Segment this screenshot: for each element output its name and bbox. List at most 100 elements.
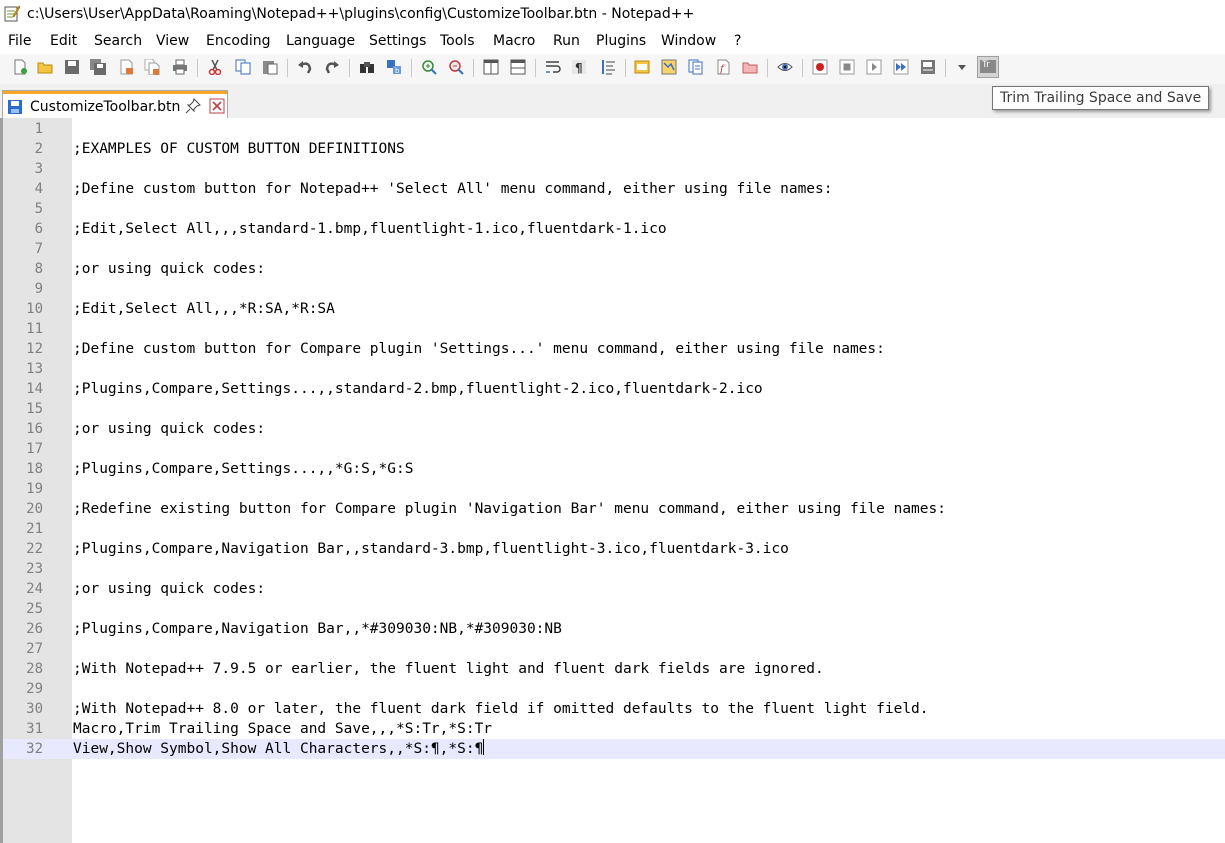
paste-button[interactable] — [260, 57, 280, 77]
editor-line[interactable]: 24 ;or using quick codes: — [3, 579, 1225, 599]
menu-settings[interactable]: Settings — [369, 33, 426, 49]
print-button[interactable] — [170, 57, 190, 77]
editor-line[interactable]: 6 ;Edit,Select All,,,standard-1.bmp,fluen… — [3, 219, 1225, 239]
editor-line[interactable]: 8 ;or using quick codes: — [3, 259, 1225, 279]
editor-line[interactable]: 27 — [3, 639, 1225, 659]
stop-recording-button[interactable] — [837, 57, 857, 77]
menu-view[interactable]: View — [156, 33, 189, 49]
line-text[interactable]: ;or using quick codes: — [73, 579, 265, 599]
zoom-out-button[interactable] — [446, 57, 466, 77]
menu-window[interactable]: Window — [661, 33, 716, 49]
editor-line[interactable]: 22 ;Plugins,Compare,Navigation Bar,,stand… — [3, 539, 1225, 559]
editor-line[interactable]: 18 ;Plugins,Compare,Settings...,,*G:S,*G:… — [3, 459, 1225, 479]
menu-tools[interactable]: Tools — [440, 33, 475, 49]
line-text[interactable]: ;With Notepad++ 8.0 or later, the fluent… — [73, 699, 929, 719]
editor-line[interactable]: 29 — [3, 679, 1225, 699]
menu-help[interactable]: ? — [734, 33, 741, 49]
editor-line[interactable]: 2 ;EXAMPLES OF CUSTOM BUTTON DEFINITIONS — [3, 139, 1225, 159]
editor[interactable]: 1 2 ;EXAMPLES OF CUSTOM BUTTON DEFINITIONS… — [0, 118, 1225, 843]
editor-line[interactable]: 20 ;Redefine existing button for Compare … — [3, 499, 1225, 519]
line-text[interactable]: Macro,Trim Trailing Space and Save,,,*S:… — [73, 719, 492, 739]
editor-line[interactable]: 12 ;Define custom button for Compare plug… — [3, 339, 1225, 359]
line-text[interactable]: ;Define custom button for Compare plugin… — [73, 339, 885, 359]
editor-line[interactable]: 11 — [3, 319, 1225, 339]
editor-line[interactable]: 25 — [3, 599, 1225, 619]
editor-line[interactable]: 14 ;Plugins,Compare,Settings...,,standard… — [3, 379, 1225, 399]
menu-language[interactable]: Language — [286, 33, 355, 49]
trim-trailing-space-and-save-button[interactable]: Tr — [977, 56, 999, 78]
document-list-button[interactable] — [686, 57, 706, 77]
show-all-characters-button[interactable]: ¶ — [569, 57, 589, 77]
line-text[interactable]: ;EXAMPLES OF CUSTOM BUTTON DEFINITIONS — [73, 139, 405, 159]
editor-line[interactable]: 15 — [3, 399, 1225, 419]
tab-customize-toolbar[interactable]: CustomizeToolbar.btn — [2, 90, 228, 118]
editor-line[interactable]: 13 — [3, 359, 1225, 379]
menu-search[interactable]: Search — [94, 33, 142, 49]
editor-line[interactable]: 5 — [3, 199, 1225, 219]
editor-line[interactable]: 10 ;Edit,Select All,,,*R:SA,*R:SA — [3, 299, 1225, 319]
undo-button[interactable] — [295, 57, 315, 77]
line-text[interactable]: ;Edit,Select All,,,*R:SA,*R:SA — [73, 299, 335, 319]
document-map-button[interactable] — [659, 57, 679, 77]
function-list-button[interactable]: f — [713, 57, 733, 77]
editor-line[interactable]: 1 — [3, 119, 1225, 139]
replace-button[interactable]: b — [384, 57, 404, 77]
close-all-button[interactable] — [142, 57, 162, 77]
editor-line[interactable]: 16 ;or using quick codes: — [3, 419, 1225, 439]
redo-button[interactable] — [322, 57, 342, 77]
save-all-button[interactable] — [88, 57, 108, 77]
menu-run[interactable]: Run — [553, 33, 580, 49]
save-button[interactable] — [62, 57, 82, 77]
line-text[interactable]: ;Redefine existing button for Compare pl… — [73, 499, 946, 519]
define-language-button[interactable] — [632, 57, 652, 77]
record-macro-button[interactable] — [810, 57, 830, 77]
editor-line[interactable]: 31 Macro,Trim Trailing Space and Save,,,*… — [3, 719, 1225, 739]
toolbar-dropdown-button[interactable] — [952, 57, 972, 77]
line-text[interactable]: ;Edit,Select All,,,standard-1.bmp,fluent… — [73, 219, 667, 239]
playback-macro-button[interactable] — [864, 57, 884, 77]
editor-line[interactable]: 17 — [3, 439, 1225, 459]
line-text[interactable]: ;Define custom button for Notepad++ 'Sel… — [73, 179, 833, 199]
word-wrap-button[interactable] — [543, 57, 563, 77]
line-text[interactable]: View,Show Symbol,Show All Characters,,*S… — [73, 739, 485, 759]
close-icon[interactable] — [209, 98, 225, 114]
menu-edit[interactable]: Edit — [50, 33, 77, 49]
editor-line[interactable]: 32 View,Show Symbol,Show All Characters,,… — [3, 739, 1225, 759]
line-text[interactable]: ;or using quick codes: — [73, 259, 265, 279]
menu-file[interactable]: File — [8, 33, 31, 49]
line-text[interactable]: ;With Notepad++ 7.9.5 or earlier, the fl… — [73, 659, 824, 679]
find-button[interactable] — [357, 57, 377, 77]
editor-line[interactable]: 21 — [3, 519, 1225, 539]
menu-macro[interactable]: Macro — [493, 33, 535, 49]
copy-button[interactable] — [233, 57, 253, 77]
save-macro-button[interactable] — [918, 57, 938, 77]
open-file-button[interactable] — [35, 57, 55, 77]
indent-guide-button[interactable] — [598, 57, 618, 77]
sync-vertical-button[interactable] — [481, 57, 501, 77]
editor-line[interactable]: 19 — [3, 479, 1225, 499]
editor-line[interactable]: 9 — [3, 279, 1225, 299]
menu-encoding[interactable]: Encoding — [206, 33, 271, 49]
run-macro-multiple-button[interactable] — [891, 57, 911, 77]
line-text[interactable]: ;Plugins,Compare,Navigation Bar,,*#30903… — [73, 619, 562, 639]
line-text[interactable]: ;Plugins,Compare,Settings...,,*G:S,*G:S — [73, 459, 413, 479]
folder-as-workspace-button[interactable] — [740, 57, 760, 77]
menu-plugins[interactable]: Plugins — [596, 33, 646, 49]
zoom-in-button[interactable] — [419, 57, 439, 77]
sync-horizontal-button[interactable] — [508, 57, 528, 77]
editor-line[interactable]: 3 — [3, 159, 1225, 179]
line-text[interactable]: ;Plugins,Compare,Navigation Bar,,standar… — [73, 539, 789, 559]
editor-line[interactable]: 28 ;With Notepad++ 7.9.5 or earlier, the … — [3, 659, 1225, 679]
line-text[interactable]: ;Plugins,Compare,Settings...,,standard-2… — [73, 379, 763, 399]
editor-line[interactable]: 4 ;Define custom button for Notepad++ 'Se… — [3, 179, 1225, 199]
line-text[interactable]: ;or using quick codes: — [73, 419, 265, 439]
editor-line[interactable]: 26 ;Plugins,Compare,Navigation Bar,,*#309… — [3, 619, 1225, 639]
close-button[interactable] — [116, 57, 136, 77]
pin-icon[interactable] — [185, 98, 201, 114]
editor-line[interactable]: 7 — [3, 239, 1225, 259]
cut-button[interactable] — [205, 57, 225, 77]
monitoring-button[interactable] — [775, 57, 795, 77]
editor-line[interactable]: 23 — [3, 559, 1225, 579]
editor-line[interactable]: 30 ;With Notepad++ 8.0 or later, the flue… — [3, 699, 1225, 719]
new-file-button[interactable] — [10, 57, 30, 77]
